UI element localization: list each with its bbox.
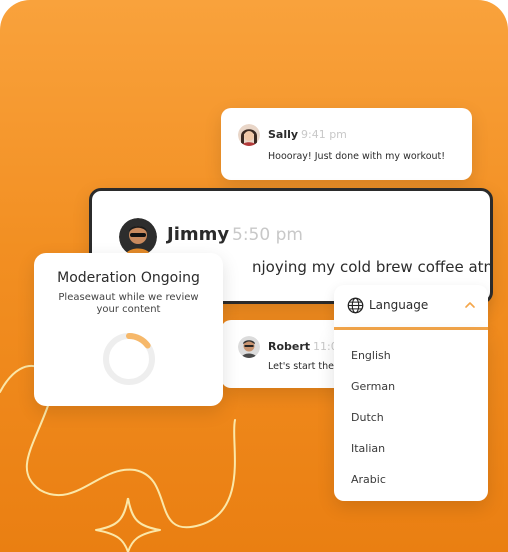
avatar-jimmy — [119, 218, 157, 256]
language-option-dutch[interactable]: Dutch — [351, 411, 384, 424]
sender-name: Robert — [268, 340, 311, 353]
message-card-sally: Sally 9:41 pm Hoooray! Just done with my… — [221, 108, 472, 180]
language-option-italian[interactable]: Italian — [351, 442, 385, 455]
message-text: njoying my cold brew coffee atm. — [252, 258, 493, 276]
message-time: 9:41 pm — [301, 128, 347, 141]
moderation-subtitle: Pleasewaut while we review your content — [58, 292, 199, 315]
message-text: Let's start the — [268, 361, 335, 372]
language-option-arabic[interactable]: Arabic — [351, 473, 386, 486]
sender-name: Sally — [268, 128, 299, 141]
moderation-status-card: Moderation Ongoing Pleasewaut while we r… — [34, 253, 223, 406]
message-time: 5:50 pm — [232, 225, 303, 245]
language-dropdown[interactable]: Language — [334, 285, 488, 330]
avatar-sally — [238, 124, 260, 146]
language-option-english[interactable]: English — [351, 349, 391, 362]
language-options-list: English German Dutch Italian Arabic — [334, 330, 488, 501]
moderation-title: Moderation Ongoing — [57, 270, 200, 286]
loading-spinner-icon — [103, 333, 155, 385]
chevron-up-icon[interactable] — [464, 300, 476, 310]
language-label: Language — [369, 298, 429, 312]
message-text: Hoooray! Just done with my workout! — [268, 151, 446, 162]
globe-icon — [347, 297, 364, 314]
language-option-german[interactable]: German — [351, 380, 395, 393]
sender-name: Jimmy — [167, 224, 230, 245]
avatar-robert — [238, 336, 260, 358]
